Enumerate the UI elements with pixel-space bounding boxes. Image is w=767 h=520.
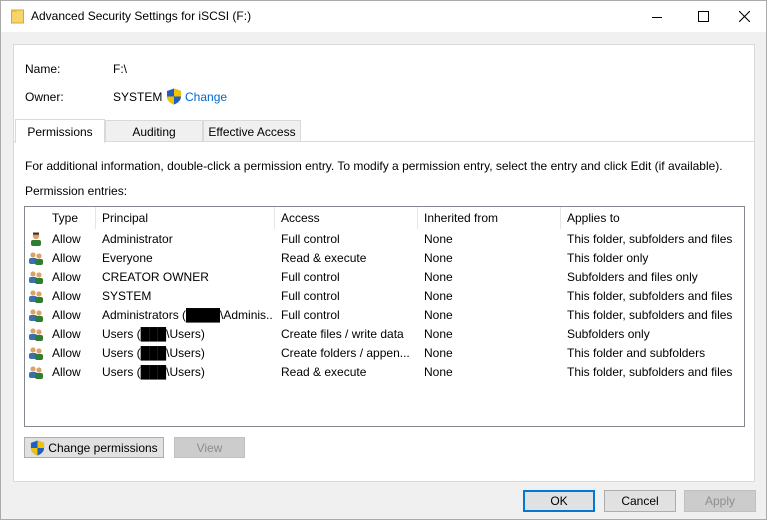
cell-type: Allow: [52, 251, 81, 265]
owner-value: SYSTEM: [113, 90, 163, 104]
cell-principal: Administrator: [102, 232, 173, 246]
advanced-security-window: Advanced Security Settings for iSCSI (F:…: [0, 0, 767, 520]
change-permissions-button[interactable]: Change permissions: [24, 437, 164, 458]
window-title: Advanced Security Settings for iSCSI (F:…: [31, 9, 252, 23]
table-row[interactable]: Allow SYSTEM Full control None This folder, …: [25, 287, 744, 306]
name-label: Name:: [25, 62, 61, 76]
table-row[interactable]: Allow Administrator Full control None This f…: [25, 230, 744, 249]
permission-entries-list[interactable]: Type Principal Access Inherited from App…: [24, 206, 745, 427]
cell-principal: Administrators (████\Adminis...: [102, 308, 273, 322]
cell-applies: This folder only: [567, 251, 649, 265]
cell-access: Full control: [281, 289, 340, 303]
cell-applies: This folder, subfolders and files: [567, 232, 733, 246]
cell-applies: This folder and subfolders: [567, 346, 706, 360]
cell-principal: CREATOR OWNER: [102, 270, 209, 284]
users-icon: [29, 328, 43, 341]
cell-type: Allow: [52, 365, 81, 379]
users-icon: [29, 309, 43, 322]
tab-divider: [14, 141, 754, 142]
cell-applies: Subfolders and files only: [567, 270, 698, 284]
cell-inherited: None: [424, 251, 453, 265]
cell-inherited: None: [424, 346, 453, 360]
table-row[interactable]: Allow Everyone Read & execute None This fold…: [25, 249, 744, 268]
cell-access: Full control: [281, 232, 340, 246]
apply-button[interactable]: Apply: [684, 490, 756, 512]
change-permissions-label: Change permissions: [48, 440, 158, 455]
close-button[interactable]: [721, 1, 767, 32]
tab-effective-access[interactable]: Effective Access: [203, 120, 301, 142]
cell-access: Full control: [281, 308, 340, 322]
change-owner-link[interactable]: Change: [185, 90, 227, 104]
column-header-type[interactable]: Type: [46, 207, 96, 229]
user-icon: [31, 232, 41, 246]
minimize-icon: [652, 16, 662, 18]
uac-shield-icon: [167, 88, 181, 105]
title-bar: Advanced Security Settings for iSCSI (F:…: [1, 1, 766, 32]
users-icon: [29, 271, 43, 284]
cell-inherited: None: [424, 289, 453, 303]
cell-applies: This folder, subfolders and files: [567, 308, 733, 322]
cell-type: Allow: [52, 308, 81, 322]
tab-auditing[interactable]: Auditing: [105, 120, 203, 142]
cell-inherited: None: [424, 327, 453, 341]
column-header-access[interactable]: Access: [275, 207, 418, 229]
cell-type: Allow: [52, 289, 81, 303]
cell-type: Allow: [52, 270, 81, 284]
cell-principal: Users (███\Users): [102, 365, 205, 379]
view-button[interactable]: View: [174, 437, 245, 458]
users-icon: [29, 347, 43, 360]
main-panel: Name: F:\ Owner: SYSTEM Change Permissio…: [13, 44, 755, 482]
users-icon: [29, 252, 43, 265]
cell-access: Create folders / appen...: [281, 346, 410, 360]
cell-inherited: None: [424, 365, 453, 379]
users-icon: [29, 366, 43, 379]
cell-type: Allow: [52, 346, 81, 360]
name-value: F:\: [113, 62, 127, 76]
cell-access: Create files / write data: [281, 327, 404, 341]
cell-access: Read & execute: [281, 365, 367, 379]
minimize-button[interactable]: [634, 1, 680, 32]
cell-access: Full control: [281, 270, 340, 284]
owner-label: Owner:: [25, 90, 64, 104]
cell-inherited: None: [424, 308, 453, 322]
ok-button[interactable]: OK: [523, 490, 595, 512]
maximize-button[interactable]: [680, 1, 726, 32]
cell-principal: Everyone: [102, 251, 153, 265]
cell-principal: Users (███\Users): [102, 327, 205, 341]
cell-type: Allow: [52, 232, 81, 246]
close-icon: [738, 11, 750, 22]
table-row[interactable]: Allow CREATOR OWNER Full control None Subfol…: [25, 268, 744, 287]
folder-icon: [11, 9, 24, 24]
table-row[interactable]: Allow Users (███\Users) Create folders / a…: [25, 344, 744, 363]
table-row[interactable]: Allow Administrators (████\Adminis... Full…: [25, 306, 744, 325]
column-header-principal[interactable]: Principal: [96, 207, 275, 229]
cell-access: Read & execute: [281, 251, 367, 265]
instructions-text: For additional information, double-click…: [25, 159, 723, 173]
cancel-button[interactable]: Cancel: [604, 490, 676, 512]
uac-shield-icon: [31, 440, 45, 455]
cell-type: Allow: [52, 327, 81, 341]
table-row[interactable]: Allow Users (███\Users) Create files / wri…: [25, 325, 744, 344]
permission-entries-label: Permission entries:: [25, 184, 128, 198]
column-header-applies-to[interactable]: Applies to: [561, 207, 744, 229]
table-row[interactable]: Allow Users (███\Users) Read & execute None…: [25, 363, 744, 382]
column-header-inherited-from[interactable]: Inherited from: [418, 207, 561, 229]
maximize-icon: [697, 11, 709, 22]
cell-applies: This folder, subfolders and files: [567, 289, 733, 303]
tab-permissions[interactable]: Permissions: [15, 119, 105, 143]
cell-applies: This folder, subfolders and files: [567, 365, 733, 379]
users-icon: [29, 290, 43, 303]
cell-inherited: None: [424, 270, 453, 284]
cell-principal: Users (███\Users): [102, 346, 205, 360]
cell-inherited: None: [424, 232, 453, 246]
cell-principal: SYSTEM: [102, 289, 152, 303]
cell-applies: Subfolders only: [567, 327, 650, 341]
